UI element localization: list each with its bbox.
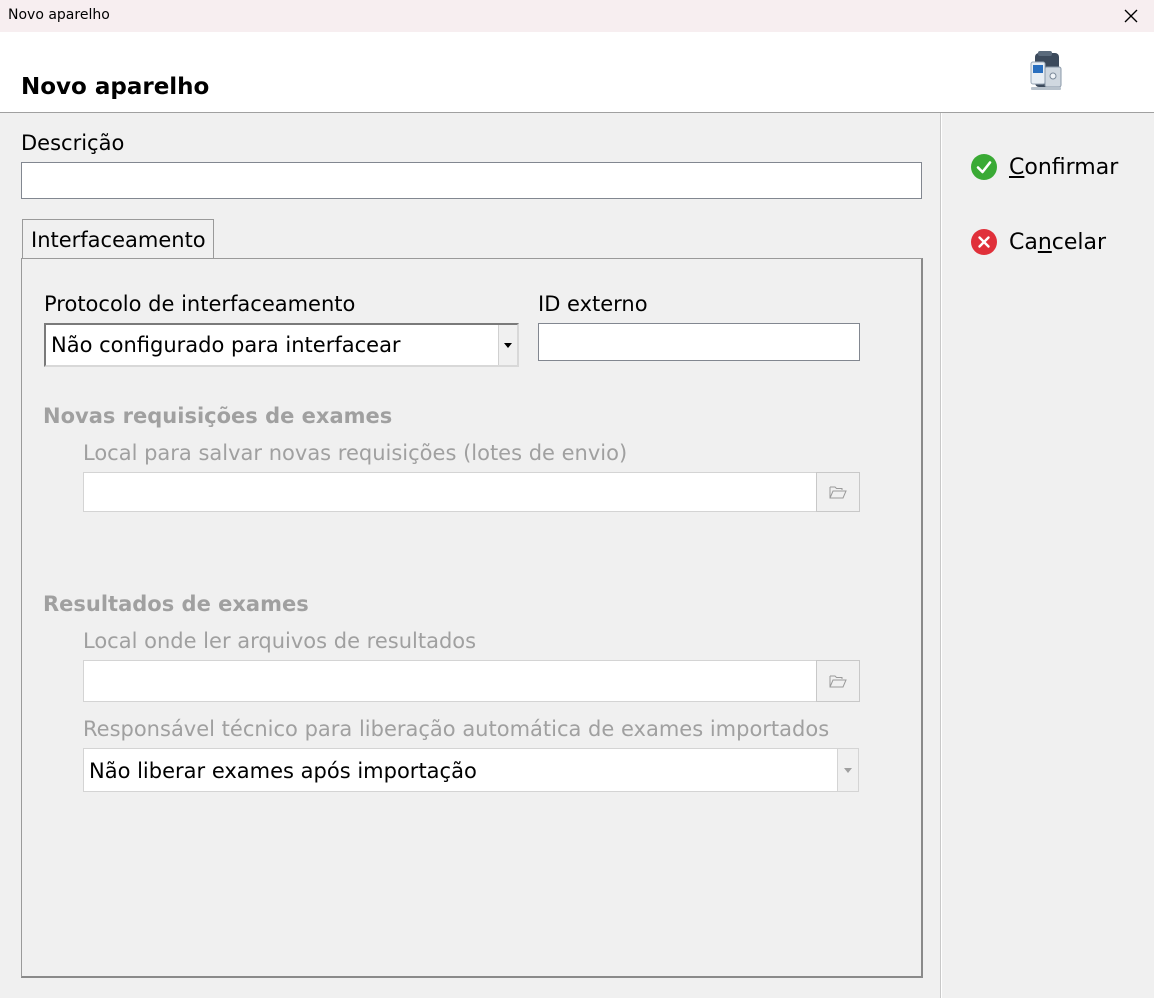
dropdown-arrow-button[interactable]: [837, 749, 858, 791]
requests-path-input[interactable]: [83, 472, 818, 512]
vertical-divider: [940, 113, 941, 998]
cancel-label: Cancelar: [1009, 229, 1107, 255]
title-bar: Novo aparelho: [0, 0, 1154, 33]
confirm-label: Confirmar: [1009, 154, 1119, 180]
folder-open-icon: [829, 486, 847, 499]
device-icon: [1030, 51, 1062, 90]
cancel-circle-icon: [971, 229, 997, 255]
tab-label: Interfaceamento: [31, 228, 206, 252]
dropdown-arrow-icon: [504, 342, 512, 348]
close-icon: [1124, 9, 1138, 23]
requests-browse-button[interactable]: [816, 472, 860, 512]
protocol-value: Não configurado para interfacear: [51, 333, 401, 357]
responsible-select[interactable]: Não liberar exames após importação: [83, 748, 859, 792]
folder-open-icon: [829, 675, 847, 688]
requests-section-title: Novas requisições de exames: [43, 404, 393, 428]
responsible-value: Não liberar exames após importação: [89, 759, 477, 783]
tab-interfaceamento[interactable]: Interfaceamento: [22, 219, 214, 259]
results-path-label: Local onde ler arquivos de resultados: [83, 629, 477, 653]
results-browse-button[interactable]: [816, 660, 860, 702]
description-label: Descrição: [21, 131, 125, 155]
cancel-button[interactable]: Cancelar: [970, 227, 1106, 257]
protocol-label: Protocolo de interfaceamento: [44, 292, 356, 316]
results-section-title: Resultados de exames: [43, 592, 309, 616]
responsible-label: Responsável técnico para liberação autom…: [83, 717, 830, 741]
close-button[interactable]: [1108, 0, 1154, 32]
check-circle-icon: [971, 154, 997, 180]
description-input[interactable]: [21, 162, 922, 199]
page-title: Novo aparelho: [21, 74, 210, 100]
results-path-input[interactable]: [83, 660, 818, 702]
external-id-label: ID externo: [538, 292, 648, 316]
confirm-button[interactable]: Confirmar: [970, 152, 1118, 182]
dropdown-arrow-icon: [844, 767, 852, 773]
window-title: Novo aparelho: [8, 7, 110, 23]
protocol-select[interactable]: Não configurado para interfacear: [44, 323, 519, 367]
dropdown-arrow-button[interactable]: [498, 325, 517, 365]
external-id-input[interactable]: [538, 323, 860, 361]
requests-path-label: Local para salvar novas requisições (lot…: [83, 441, 628, 465]
dialog-header: Novo aparelho: [0, 32, 1154, 113]
